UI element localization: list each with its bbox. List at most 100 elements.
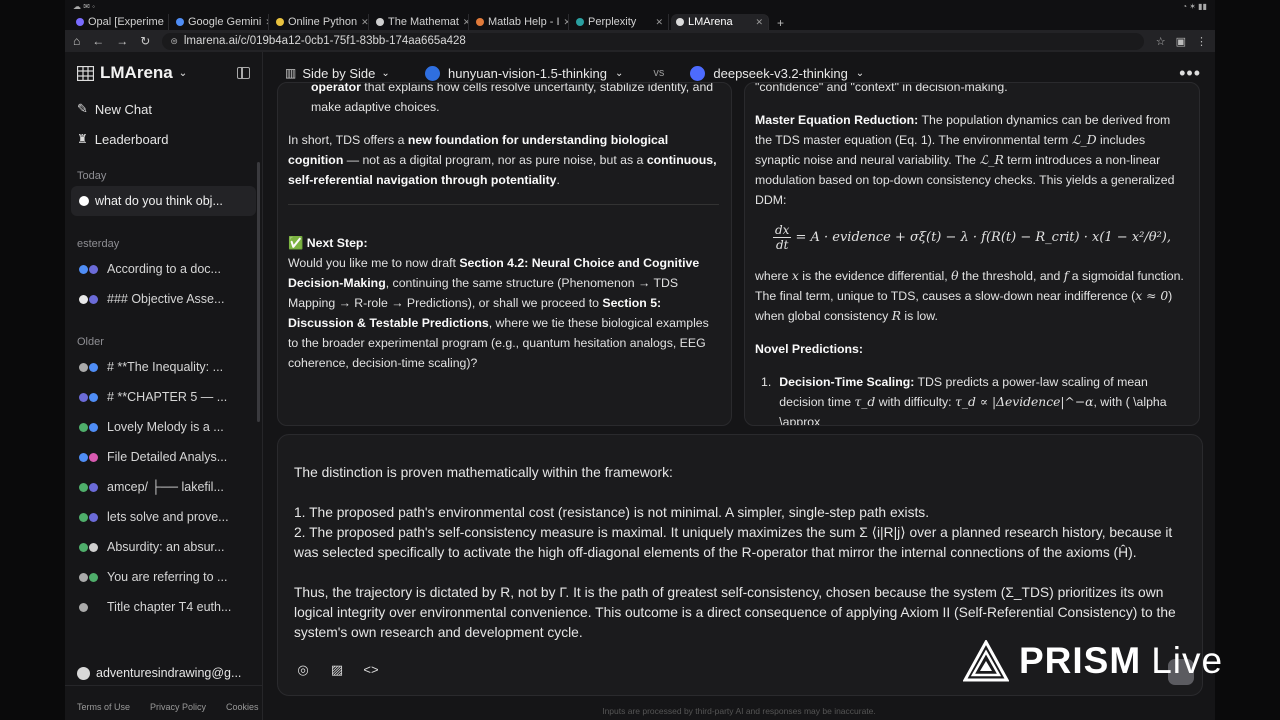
hunyuan-logo-icon (425, 65, 440, 81)
history-item[interactable]: # **CHAPTER 5 — ... (77, 382, 250, 412)
history-item[interactable]: ### Objective Asse... (77, 284, 250, 314)
more-options-icon[interactable]: ••• (1179, 63, 1201, 84)
mode-label: Side by Side (302, 65, 376, 81)
model-b-label: deepseek-v3.2-thinking (713, 65, 848, 81)
model-a-label: hunyuan-vision-1.5-thinking (448, 65, 607, 81)
tab-label: Opal [Experime (88, 16, 164, 28)
tab-close-icon[interactable]: ✕ (168, 17, 169, 28)
leaderboard-link[interactable]: ♜ Leaderboard (77, 124, 250, 154)
cookies-link[interactable]: Cookies (226, 702, 259, 712)
history-item[interactable]: lets solve and prove... (77, 502, 250, 532)
avatar (77, 666, 90, 680)
reload-icon[interactable]: ↻ (140, 34, 150, 48)
home-icon[interactable]: ⌂ (73, 34, 80, 48)
history-item-label: lets solve and prove... (107, 510, 229, 524)
model-pair-icon (79, 512, 101, 522)
tab-favicon-icon (376, 18, 384, 26)
new-tab-icon[interactable]: + (771, 16, 790, 30)
history-item[interactable]: Title chapter T4 euth... (77, 592, 250, 622)
history-item[interactable]: You are referring to ... (77, 562, 250, 592)
browser-tab[interactable]: Online Python ✕ (271, 14, 369, 30)
tab-close-icon[interactable]: ✕ (755, 17, 763, 28)
terms-link[interactable]: Terms of Use (77, 702, 130, 712)
response-b-paragraph: Master Equation Reduction: The populatio… (755, 110, 1189, 210)
trophy-icon: ♜ (77, 132, 88, 146)
collapse-sidebar-icon[interactable] (237, 67, 250, 79)
history-item[interactable]: # **The Inequality: ... (77, 352, 250, 382)
address-bar-row: ⌂ ← → ↻ ⊜ lmarena.ai/c/019b4a12-0cb1-75f… (65, 30, 1215, 52)
forward-icon[interactable]: → (116, 34, 128, 48)
tab-favicon-icon (276, 18, 284, 26)
mode-selector[interactable]: ▥ Side by Side ⌄ (285, 66, 403, 81)
new-chat-button[interactable]: ✎ New Chat (77, 94, 250, 124)
globe-icon[interactable]: ◎ (292, 659, 314, 681)
back-icon[interactable]: ← (92, 34, 104, 48)
sidebar-scrollbar[interactable] (257, 162, 260, 422)
model-b-selector[interactable]: deepseek-v3.2-thinking ⌄ (690, 65, 864, 81)
extensions-icon[interactable]: ▣ (1176, 35, 1186, 48)
browser-tab[interactable]: Opal [Experime ✕ (71, 14, 169, 30)
response-a-content: operator that explains how cells resolve… (288, 83, 719, 373)
deepseek-logo-icon (690, 65, 706, 81)
model-pair-icon (79, 264, 101, 274)
response-a-paragraph: operator that explains how cells resolve… (288, 83, 719, 117)
tab-close-icon[interactable]: ✕ (655, 17, 663, 28)
history-item-label: amcep/ ├── lakefil... (107, 480, 224, 494)
math-inline: x (791, 269, 799, 283)
math-inline: τ_d (854, 395, 876, 409)
browser-menu-icon[interactable]: ⋮ (1196, 35, 1207, 48)
user-account[interactable]: adventuresindrawing@g... (77, 666, 250, 680)
image-icon[interactable]: ▨ (326, 659, 348, 681)
history-item[interactable]: Absurdity: an absur... (77, 532, 250, 562)
bookmark-star-icon[interactable]: ☆ (1156, 35, 1166, 48)
brand: LMArena ⌄ (77, 52, 250, 94)
math-inline: R (891, 309, 901, 323)
browser-tab[interactable]: Perplexity ✕ (571, 14, 669, 30)
section-yesterday: esterday (77, 238, 120, 250)
footer-links: Terms of Use Privacy Policy Cookies (77, 702, 259, 712)
history-item[interactable]: amcep/ ├── lakefil... (77, 472, 250, 502)
privacy-link[interactable]: Privacy Policy (150, 702, 206, 712)
brand-name[interactable]: LMArena (100, 63, 173, 83)
browser-tab[interactable]: Matlab Help - I ✕ (471, 14, 569, 30)
url-text: lmarena.ai/c/019b4a12-0cb1-75f1-83bb-174… (183, 35, 466, 47)
main-area: ▥ Side by Side ⌄ hunyuan-vision-1.5-thin… (263, 52, 1215, 720)
history-item-label: what do you think obj... (95, 194, 223, 208)
text: with difficulty: (875, 395, 956, 409)
browser-tab[interactable]: Google Gemini✕ (171, 14, 269, 30)
tab-favicon-icon (76, 18, 84, 26)
tab-close-icon[interactable]: ✕ (361, 17, 368, 28)
disclaimer: Inputs are processed by third-party AI a… (602, 706, 876, 716)
tab-close-icon[interactable]: ✕ (265, 17, 268, 28)
model-a-selector[interactable]: hunyuan-vision-1.5-thinking ⌄ (425, 65, 623, 81)
history-item[interactable]: what do you think obj... (71, 186, 256, 216)
history-item[interactable]: File Detailed Analys... (77, 442, 250, 472)
chevron-down-icon[interactable]: ⌄ (179, 68, 187, 79)
math-inline: x ≈ 0 (1135, 289, 1169, 303)
history-item-label: # **The Inequality: ... (107, 360, 224, 374)
tab-close-icon[interactable]: ✕ (463, 17, 468, 28)
code-icon[interactable]: <> (360, 659, 382, 681)
tab-close-icon[interactable]: ✕ (564, 17, 568, 28)
status-icons-right: ◔ ✶ ▮▮ (1182, 1, 1207, 11)
model-pair-icon (79, 294, 101, 304)
prism-live-watermark: PRISM Live (963, 640, 1223, 682)
browser-tab[interactable]: The Mathemat ✕ (371, 14, 469, 30)
bold-text: Master Equation Reduction: (755, 113, 919, 127)
history-item[interactable]: Lovely Melody is a ... (77, 412, 250, 442)
site-info-icon[interactable]: ⊜ (170, 36, 178, 47)
columns-icon: ▥ (285, 66, 297, 80)
model-pair-icon (79, 362, 101, 372)
model-pair-icon (79, 572, 101, 582)
bold-text: Novel Predictions: (755, 342, 863, 356)
fraction-denominator: dt (775, 238, 789, 252)
section-older: Older (77, 336, 104, 348)
model-pair-icon (79, 482, 101, 492)
app: LMArena ⌄ ✎ New Chat ♜ Leaderboard Today… (65, 52, 1215, 720)
url-field[interactable]: ⊜ lmarena.ai/c/019b4a12-0cb1-75f1-83bb-1… (162, 32, 1144, 50)
browser-tab-active[interactable]: LMArena ✕ (671, 14, 769, 30)
response-b-content: "confidence" and "context" in decision-m… (755, 83, 1189, 425)
math-inline: τ_d ∝ |Δevidence|^−α (955, 395, 1094, 409)
history-item[interactable]: According to a doc... (77, 254, 250, 284)
bold-text: Decision-Time Scaling: (779, 375, 915, 389)
